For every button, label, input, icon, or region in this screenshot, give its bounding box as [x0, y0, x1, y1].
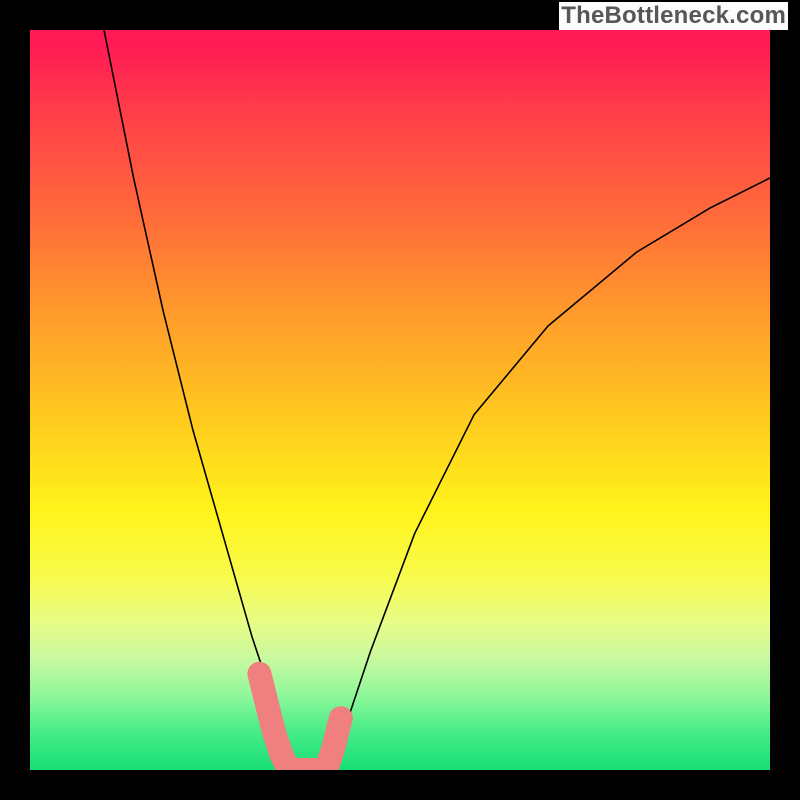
series-left-branch	[104, 30, 296, 770]
watermark: TheBottleneck.com	[559, 2, 788, 30]
series-group	[104, 30, 770, 770]
chart-svg	[30, 30, 770, 770]
plot-area	[30, 30, 770, 770]
chart-frame: TheBottleneck.com	[0, 0, 800, 800]
series-highlight-band	[259, 674, 340, 770]
series-right-branch	[326, 178, 770, 770]
